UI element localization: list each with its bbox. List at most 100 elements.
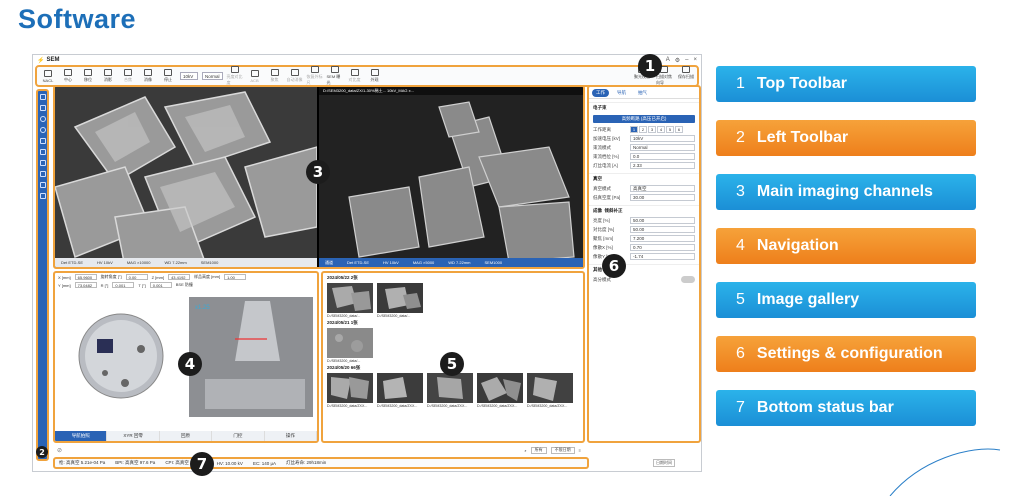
toolbar-button[interactable]: 合焦 xyxy=(120,69,136,83)
z-field[interactable]: 43.4192 xyxy=(168,274,191,280)
focus-field[interactable]: 7.200 xyxy=(630,235,695,242)
beam-mode-select[interactable]: Normal xyxy=(630,144,695,151)
vacuum-mode-select[interactable]: 高真空 xyxy=(630,185,695,192)
tab-nav-photo[interactable]: 导航拍照 xyxy=(55,431,108,441)
tab-operate[interactable]: 操作 xyxy=(264,431,317,441)
tab-xyr-zero[interactable]: XYR 回零 xyxy=(107,431,160,441)
nav-refresh-icon[interactable]: ⊘ xyxy=(53,445,73,455)
toolbar-button[interactable]: 停止 xyxy=(160,69,176,83)
nav-row-2: Y [mm] 73.0482 R [°] 0.001 T [°] 0.001 BSE … xyxy=(58,282,193,288)
gallery-item[interactable]: D:/SEM3200_data/ZXX... xyxy=(377,373,423,408)
gallery-item[interactable]: D:/SEM3200_data/ZXX... xyxy=(527,373,573,408)
layer-tool-icon[interactable] xyxy=(39,182,46,188)
toolbar-tool[interactable]: 外观 xyxy=(367,69,383,83)
sem-image-2 xyxy=(319,87,583,267)
toolbar-tool[interactable]: 自动消像 xyxy=(287,69,303,83)
pen-tool-icon[interactable] xyxy=(39,105,46,111)
imaging-channel-1[interactable]: Det ETD-SE HV 10kV MAG ×10000 WD 7.22mm … xyxy=(55,87,317,267)
tab-vacuum[interactable]: 抽气 xyxy=(634,89,651,97)
status-filament: 灯丝寿命: 29h18min xyxy=(286,460,327,465)
gallery-item[interactable]: D:/SEM3200_data/... xyxy=(377,283,423,318)
step-button[interactable]: 3 xyxy=(648,126,656,133)
voltage-select[interactable]: 10kV xyxy=(180,72,198,80)
voltage-select[interactable]: 10kV xyxy=(630,135,695,142)
tab-work[interactable]: 工作 xyxy=(592,88,609,97)
gallery-search-icon[interactable]: ⌕ xyxy=(524,448,526,453)
gallery-item[interactable]: D:/SEM3200_data/ZXX... xyxy=(327,373,373,408)
toolbar-tool[interactable]: 聚焦 xyxy=(267,69,283,83)
step-button[interactable]: 4 xyxy=(657,126,665,133)
gallery-item[interactable]: D:/SEM3200_data/... xyxy=(327,283,373,318)
toolbar-button[interactable]: 移位 xyxy=(80,69,96,83)
minimize-button[interactable]: – xyxy=(685,57,688,64)
setting-row: 灯丝电流 [A] 2.33 xyxy=(589,161,699,170)
step-button[interactable]: 5 xyxy=(666,126,674,133)
high-res-toggle[interactable] xyxy=(681,276,695,283)
low-vacuum-field[interactable]: 30.00 xyxy=(630,194,695,201)
rotation-field[interactable]: 0.00 xyxy=(125,274,148,280)
angle-tool-icon[interactable] xyxy=(39,149,46,155)
gallery-thumbnail xyxy=(427,373,473,403)
toolbar-button[interactable]: 消影 xyxy=(100,69,116,83)
brightness-slider[interactable]: 50.00 xyxy=(630,217,695,224)
toolbar-icon xyxy=(124,69,132,76)
gallery-menu-icon[interactable]: ≡ xyxy=(579,448,581,453)
toolbar-tool[interactable]: 亮度对比度 xyxy=(227,66,243,86)
beam-power-button[interactable]: 高频断路 (高压已开启) xyxy=(593,115,695,123)
toolbar-button[interactable]: 消像 xyxy=(140,69,156,83)
gallery-item[interactable]: D:/SEM3200_data/... xyxy=(327,328,373,363)
app-name: SEM xyxy=(46,57,60,63)
toolbar-icon xyxy=(164,69,172,76)
status-bpi: BPI: 高真空 97.6 Pa xyxy=(115,460,156,465)
tab-door[interactable]: 门控 xyxy=(212,431,265,441)
legend-item-left-toolbar: 2 Left Toolbar xyxy=(716,120,976,156)
status-gun: 枪: 高真空 5.21e-04 Pa xyxy=(59,460,106,465)
mode-select[interactable]: Normal xyxy=(202,72,223,80)
step-button[interactable]: 1 xyxy=(630,126,638,133)
delete-tool-icon[interactable] xyxy=(39,193,46,199)
gallery-thumbnail xyxy=(327,283,373,313)
text-tool-icon[interactable] xyxy=(39,171,46,177)
setting-row: 高分模式 xyxy=(589,275,699,284)
imaging-channel-2[interactable]: D:/SEM3200_data/ZX/1-30%稀土... 10kV_MAG x… xyxy=(319,87,583,267)
toolbar-tool[interactable]: 恢复外标尺 xyxy=(307,66,323,86)
y-field[interactable]: 73.0482 xyxy=(74,282,97,288)
gallery-item[interactable]: D:/SEM3200_data/ZXX... xyxy=(477,373,523,408)
toolbar-tool[interactable]: SEM 曝光 xyxy=(327,66,343,86)
x-field[interactable]: 65.9600 xyxy=(74,274,97,280)
stigmator-y-field[interactable]: -1.74 xyxy=(630,253,695,260)
tab-home[interactable]: 回原 xyxy=(159,431,213,441)
rectangle-tool-icon[interactable] xyxy=(39,138,46,144)
status-hv: HV: 10.00 kV xyxy=(216,460,243,466)
sem-image-1 xyxy=(55,87,317,267)
toolbar-button[interactable]: NACL xyxy=(40,69,56,83)
gallery-item[interactable]: D:/SEM3200_data/ZXX... xyxy=(427,373,473,408)
account-icon[interactable]: A xyxy=(666,57,670,64)
toolbar-button[interactable]: 中心 xyxy=(60,69,76,83)
beam-level-stepper[interactable]: 0.0 xyxy=(630,153,695,160)
line-tool-icon[interactable] xyxy=(39,160,46,166)
step-button[interactable]: 6 xyxy=(675,126,683,133)
circle-tool-icon[interactable] xyxy=(39,116,46,122)
bse-checkbox[interactable]: BSE 防撞 xyxy=(176,282,193,288)
sample-height-field[interactable]: 1.00 xyxy=(224,274,247,280)
toolbar-icon xyxy=(44,69,52,77)
step-button[interactable]: 2 xyxy=(639,126,647,133)
gallery-thumbnail xyxy=(477,373,523,403)
tab-navigation[interactable]: 导航 xyxy=(613,89,630,97)
t-field[interactable]: 0.001 xyxy=(149,282,172,288)
toolbar-tool[interactable]: ACB xyxy=(247,69,263,83)
close-button[interactable]: × xyxy=(693,57,697,64)
select-tool-icon[interactable] xyxy=(39,94,46,100)
contrast-slider[interactable]: 50.00 xyxy=(630,226,695,233)
gallery-date-select[interactable]: 不限日期 xyxy=(550,446,575,454)
datetime-button[interactable]: 日期时间 xyxy=(653,459,675,467)
ellipse-tool-icon[interactable] xyxy=(39,127,46,133)
settings-gear-icon[interactable]: ⚙ xyxy=(675,57,680,64)
channel-1-info-bar: Det ETD-SE HV 10kV MAG ×10000 WD 7.22mm … xyxy=(55,258,317,267)
toolbar-tool[interactable]: 对比度 xyxy=(347,69,363,83)
r-field[interactable]: 0.001 xyxy=(112,282,135,288)
gallery-filter-select[interactable]: 所有 xyxy=(530,446,547,454)
stigmator-x-field[interactable]: 0.70 xyxy=(630,244,695,251)
toolbar-right-button[interactable]: 保存扫描 xyxy=(678,66,694,86)
